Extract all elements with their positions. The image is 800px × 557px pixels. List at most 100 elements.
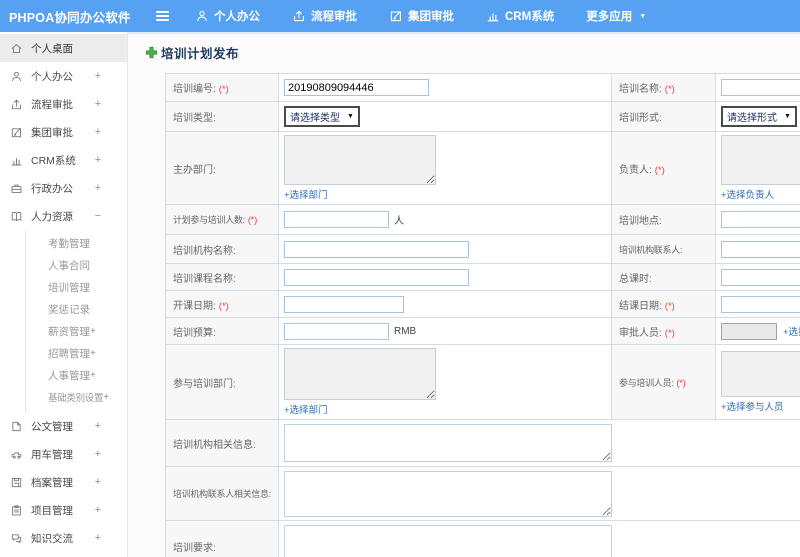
expand-plus-icon[interactable]: + (95, 476, 101, 488)
org-name-input[interactable] (284, 240, 469, 258)
field-label: 培训名称: (619, 84, 662, 95)
top-nav: 个人办公 流程审批 集团审批 CRM系统 更多应用 ▼ (179, 0, 662, 32)
flow-icon (10, 97, 24, 111)
select-leader-link[interactable]: +选择负责人 (721, 190, 774, 201)
field-label: 结课日期: (619, 300, 662, 312)
expand-plus-icon[interactable]: + (95, 154, 101, 166)
sidebar-subitem-recruit[interactable]: 招聘管理 + (26, 342, 127, 364)
sidebar-item-group-approval[interactable]: 集团审批 + (0, 118, 127, 146)
expand-plus-icon[interactable]: + (90, 326, 96, 337)
sidebar-item-documents[interactable]: 公文管理 + (0, 412, 127, 440)
expand-plus-icon[interactable]: + (95, 182, 101, 194)
select-participants-link[interactable]: +选择参与人员 (721, 402, 784, 413)
page-title: 培训计划发布 (128, 34, 800, 67)
select-dept-link[interactable]: +选择部门 (284, 405, 328, 416)
expand-plus-icon[interactable]: + (103, 392, 109, 403)
expand-plus-icon[interactable]: + (90, 348, 96, 359)
total-hours-input[interactable] (721, 268, 800, 286)
collapse-minus-icon[interactable]: − (95, 210, 101, 222)
select-approver-link[interactable]: +选择审批人员 (783, 324, 800, 338)
field-label: 参与培训部门: (173, 378, 236, 390)
briefcase-icon (10, 181, 24, 195)
expand-plus-icon[interactable]: + (95, 126, 101, 138)
nav-personal-office[interactable]: 个人办公 (179, 0, 276, 32)
flow-icon (292, 9, 306, 23)
expand-plus-icon[interactable]: + (90, 370, 96, 381)
nav-crm[interactable]: CRM系统 (470, 0, 570, 32)
chat-icon (10, 531, 24, 545)
sidebar-item-flow-approval[interactable]: 流程审批 + (0, 90, 127, 118)
sidebar-subitem-rewards[interactable]: 奖惩记录 (26, 298, 127, 320)
home-icon (10, 41, 24, 55)
app-logo: PHPOA协同办公软件 (9, 10, 131, 25)
training-form-select[interactable]: 请选择形式 ▼ (721, 106, 797, 127)
sidebar-subitem-personnel[interactable]: 人事管理 + (26, 364, 127, 386)
sidebar-item-projects[interactable]: 项目管理 + (0, 496, 127, 524)
select-dept-link[interactable]: +选择部门 (284, 190, 328, 201)
user-icon (195, 9, 209, 23)
field-label: 培训机构联系人: (619, 244, 683, 255)
approver-input[interactable] (721, 322, 777, 340)
host-dept-box[interactable] (284, 135, 436, 185)
archive-icon (10, 475, 24, 489)
caret-down-icon: ▼ (347, 113, 354, 120)
sidebar-item-admin-office[interactable]: 行政办公 + (0, 174, 127, 202)
expand-plus-icon[interactable]: + (95, 532, 101, 544)
field-label: 负责人: (619, 164, 652, 176)
budget-input[interactable] (284, 322, 389, 340)
sidebar-item-desktop[interactable]: 个人桌面 (0, 34, 127, 62)
sidebar-item-knowledge[interactable]: 知识交流 + (0, 524, 127, 552)
field-label: 开课日期: (173, 300, 216, 312)
field-label: 培训机构相关信息: (173, 439, 256, 451)
sidebar-subitem-attendance[interactable]: 考勤管理 (26, 232, 127, 254)
field-label: 培训编号: (173, 84, 216, 95)
sidebar-item-archives[interactable]: 档案管理 + (0, 468, 127, 496)
field-label: 审批人员: (619, 327, 662, 339)
requirements-textarea[interactable] (284, 524, 612, 557)
leader-box[interactable] (721, 135, 800, 185)
field-label: 参与培训人员: (619, 377, 674, 388)
user-icon (10, 69, 24, 83)
edit-icon (389, 9, 403, 23)
sidebar-item-personal-office[interactable]: 个人办公 + (0, 62, 127, 90)
field-label: 培训类型: (173, 113, 216, 124)
expand-plus-icon[interactable]: + (95, 70, 101, 82)
edit-icon (10, 125, 24, 139)
planned-count-input[interactable] (284, 211, 389, 228)
expand-plus-icon[interactable]: + (95, 98, 101, 110)
participants-box[interactable] (721, 351, 800, 397)
sidebar-item-crm[interactable]: CRM系统 + (0, 146, 127, 174)
sidebar-submenu-hr: 考勤管理 人事合同 培训管理 奖惩记录 薪资管理 + 招聘管理 + 人事管理 +… (25, 230, 127, 412)
course-name-input[interactable] (284, 268, 469, 286)
end-date-input[interactable] (721, 295, 800, 313)
org-info-textarea[interactable] (284, 424, 612, 462)
start-date-input[interactable] (284, 295, 404, 313)
field-label: 培训预算: (173, 327, 216, 339)
org-contact-info-textarea[interactable] (284, 470, 612, 517)
field-label: 培训要求: (173, 543, 216, 554)
participate-dept-box[interactable] (284, 348, 436, 400)
nav-group-approval[interactable]: 集团审批 (373, 0, 470, 32)
expand-plus-icon[interactable]: + (95, 504, 101, 516)
field-label: 培训地点: (619, 216, 662, 227)
nav-flow-approval[interactable]: 流程审批 (276, 0, 373, 32)
training-no-input[interactable] (284, 79, 429, 96)
sidebar-subitem-base-category[interactable]: 基础类别设置 + (26, 386, 127, 408)
sidebar-subitem-salary[interactable]: 薪资管理 + (26, 320, 127, 342)
org-contact-input[interactable] (721, 240, 800, 258)
sidebar-item-hr[interactable]: 人力资源 − (0, 202, 127, 230)
field-label: 主办部门: (173, 164, 216, 176)
sidebar-subitem-hr-contract[interactable]: 人事合同 (26, 254, 127, 276)
hamburger-menu-icon[interactable] (156, 10, 169, 22)
expand-plus-icon[interactable]: + (95, 448, 101, 460)
sidebar-subitem-training[interactable]: 培训管理 (26, 276, 127, 298)
training-type-select[interactable]: 请选择类型 ▼ (284, 106, 360, 127)
sidebar-item-vehicle[interactable]: 用车管理 + (0, 440, 127, 468)
car-icon (10, 447, 24, 461)
field-label: 培训形式: (619, 113, 662, 124)
expand-plus-icon[interactable]: + (95, 420, 101, 432)
field-label: 培训机构联系人相关信息: (173, 489, 271, 499)
location-input[interactable] (721, 211, 800, 228)
nav-more-apps[interactable]: 更多应用 ▼ (570, 0, 662, 32)
training-name-input[interactable] (721, 79, 800, 96)
